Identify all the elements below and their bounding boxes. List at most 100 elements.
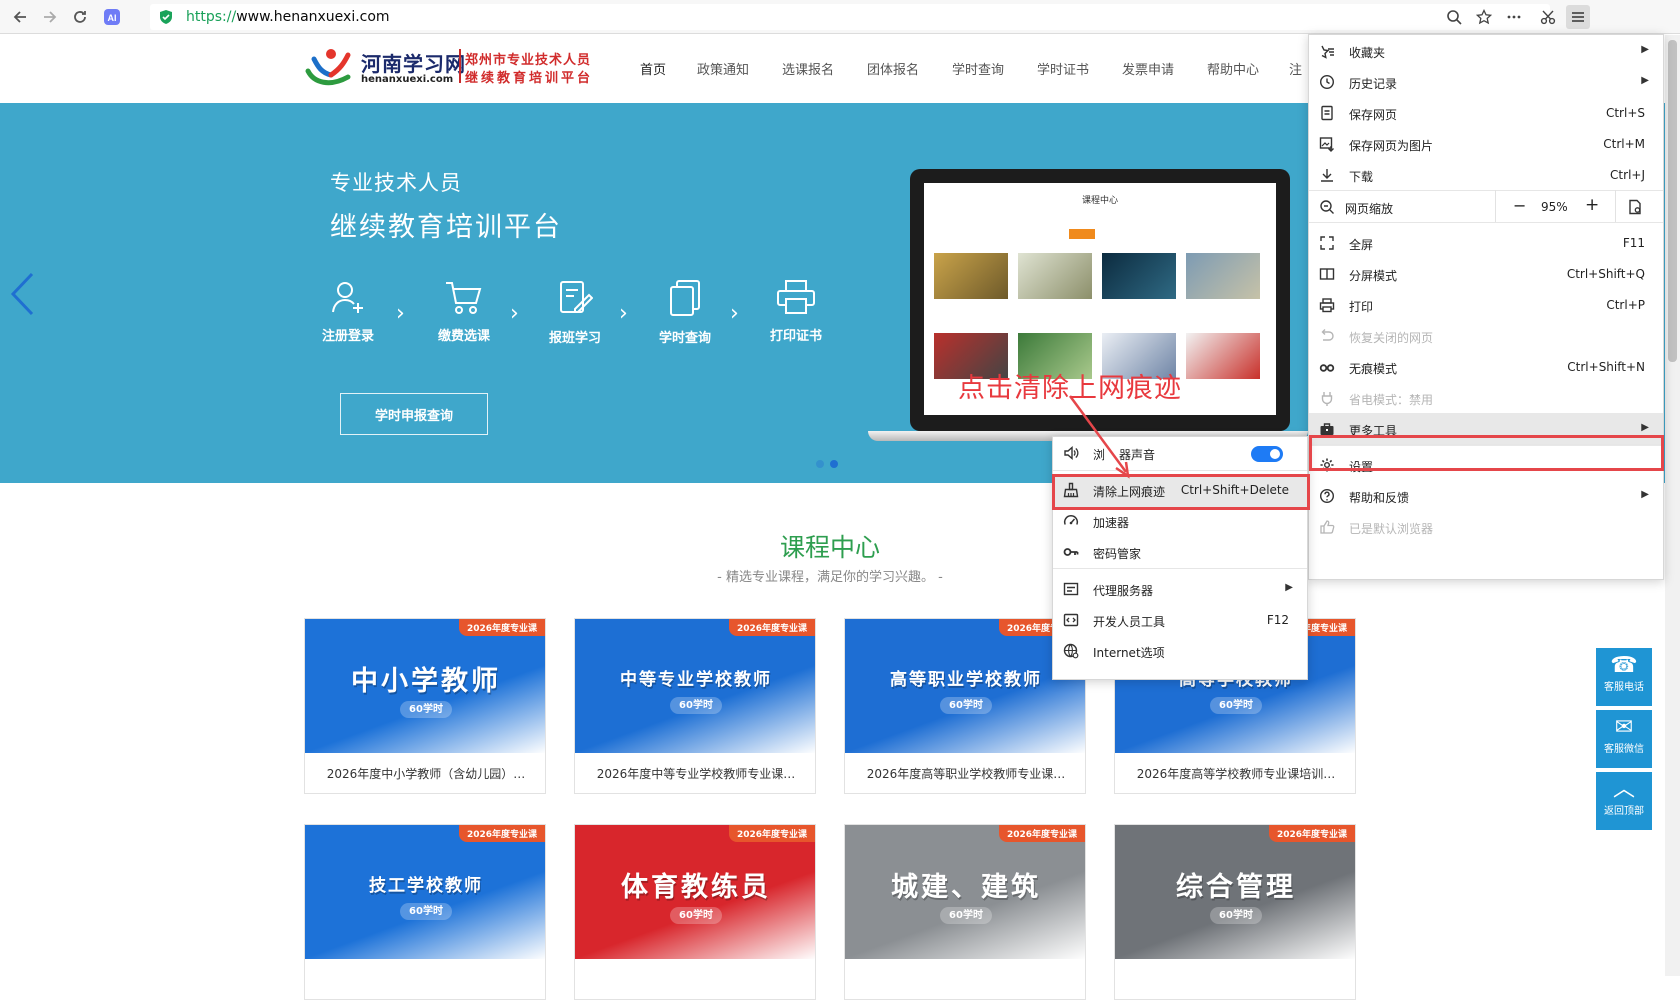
zoom-value: 95%: [1541, 200, 1568, 214]
course-card[interactable]: 2026年度专业课 体育教练员 60学时: [574, 824, 816, 1000]
menu-download[interactable]: 下载 Ctrl+J: [1309, 159, 1663, 192]
nav-course-enroll[interactable]: 选课报名: [782, 59, 834, 78]
course-card-title[interactable]: 2026年度高等职业学校教师专业课…: [845, 765, 1085, 782]
banner-prev-icon[interactable]: [8, 271, 36, 321]
ai-icon[interactable]: AI: [100, 5, 124, 29]
menu-incognito[interactable]: 无痕模式 Ctrl+Shift+N: [1309, 351, 1663, 384]
zoom-in-button[interactable]: +: [1585, 195, 1599, 215]
tools-internet-options[interactable]: Internet选项: [1053, 635, 1307, 668]
more-tools-highlight: [1309, 435, 1664, 471]
nav-certificate[interactable]: 学时证书: [1037, 59, 1089, 78]
menu-save-page[interactable]: 保存网页 Ctrl+S: [1309, 97, 1663, 130]
zoom-divider: [1615, 190, 1616, 222]
course-card[interactable]: 2026年度专业课 城建、建筑 60学时: [844, 824, 1086, 1000]
speedometer-icon: [1063, 513, 1079, 529]
menu-save-page-shortcut: Ctrl+S: [1605, 106, 1645, 120]
tools-password-manager[interactable]: 密码管家: [1053, 536, 1307, 569]
logo-name: 河南学习网: [361, 52, 466, 76]
secure-shield-icon: [158, 9, 174, 29]
step-pay: 缴费选课: [419, 279, 509, 344]
menu-history-label: 历史记录: [1349, 77, 1398, 91]
carousel-dot-active[interactable]: [830, 460, 838, 468]
menu-print[interactable]: 打印 Ctrl+P: [1309, 289, 1663, 322]
sound-toggle[interactable]: [1251, 446, 1283, 462]
course-card[interactable]: 2026年度专业课 技工学校教师 60学时: [304, 824, 546, 1000]
menu-default-browser: 已是默认浏览器: [1309, 511, 1663, 544]
tools-internet-options-label: Internet选项: [1093, 646, 1165, 660]
menu-restore-closed-label: 恢复关闭的网页: [1349, 331, 1434, 345]
course-card-heading: 高等职业学校教师: [890, 670, 1042, 690]
menu-fullscreen-shortcut: F11: [1622, 236, 1645, 250]
tools-devtools[interactable]: 开发人员工具 F12: [1053, 604, 1307, 637]
menu-default-browser-label: 已是默认浏览器: [1349, 522, 1434, 536]
submenu-arrow-icon: ▶: [1285, 582, 1293, 593]
menu-download-label: 下载: [1349, 170, 1374, 184]
course-card[interactable]: 2026年度专业课 综合管理 60学时: [1114, 824, 1356, 1000]
printer-icon: [777, 280, 815, 314]
menu-fullscreen-label: 全屏: [1349, 238, 1374, 252]
browser-toolbar: AI https://www.henanxuexi.com: [0, 0, 1680, 34]
course-ribbon: 2026年度专业课: [728, 619, 815, 636]
more-dots-icon[interactable]: [1502, 5, 1526, 29]
nav-register[interactable]: 注: [1289, 59, 1302, 78]
tools-scissors-icon[interactable]: [1536, 5, 1560, 29]
course-card-title[interactable]: 2026年度中小学教师（含幼儿园）…: [305, 765, 545, 782]
proxy-icon: [1063, 581, 1079, 597]
submenu-arrow-icon: ▶: [1641, 44, 1649, 55]
main-menu-icon[interactable]: [1566, 5, 1590, 29]
menu-print-shortcut: Ctrl+P: [1606, 298, 1645, 312]
menu-incognito-shortcut: Ctrl+Shift+N: [1567, 360, 1645, 374]
star-icon[interactable]: [1472, 5, 1496, 29]
service-wechat-button[interactable]: ✉ 客服微信: [1596, 710, 1652, 768]
address-bar[interactable]: https://www.henanxuexi.com: [150, 4, 1550, 30]
course-card[interactable]: 2026年度专业课 高等职业学校教师 60学时 2026年度高等职业学校教师专业课…: [844, 618, 1086, 794]
carousel-dot[interactable]: [816, 460, 824, 468]
restore-icon: [1319, 328, 1335, 344]
history-icon: [1319, 74, 1335, 90]
nav-home[interactable]: 首页: [640, 59, 666, 78]
banner-line-2: 继续教育培训平台: [330, 212, 562, 243]
forward-icon[interactable]: [38, 5, 62, 29]
course-card-heading: 技工学校教师: [369, 876, 483, 896]
submenu-arrow-icon: ▶: [1641, 422, 1649, 433]
menu-split-screen[interactable]: 分屏模式 Ctrl+Shift+Q: [1309, 258, 1663, 291]
zoom-out-button[interactable]: −: [1513, 196, 1526, 215]
submenu-arrow-icon: ▶: [1641, 75, 1649, 86]
menu-zoom-row: 网页缩放 − 95% +: [1309, 190, 1663, 224]
hours-report-query-button[interactable]: 学时申报查询: [340, 393, 488, 435]
back-to-top-button[interactable]: ︿ 返回顶部: [1596, 772, 1652, 830]
nav-help[interactable]: 帮助中心: [1207, 59, 1259, 78]
annotation-arrow: [1068, 395, 1130, 479]
nav-policy[interactable]: 政策通知: [697, 59, 749, 78]
nav-invoice[interactable]: 发票申请: [1122, 59, 1174, 78]
course-hours-badge: 60学时: [400, 701, 452, 718]
course-card-title[interactable]: 2026年度高等学校教师专业课培训…: [1115, 765, 1355, 782]
back-icon[interactable]: [8, 5, 32, 29]
service-phone-button[interactable]: ☎ 客服电话: [1596, 648, 1652, 706]
page-settings-icon[interactable]: [1627, 199, 1643, 218]
print-icon: [1319, 297, 1335, 313]
nav-hours-query[interactable]: 学时查询: [952, 59, 1004, 78]
tools-proxy-server[interactable]: 代理服务器 ▶: [1053, 573, 1307, 606]
reload-icon[interactable]: [68, 5, 92, 29]
svg-text:AI: AI: [108, 13, 117, 23]
course-card[interactable]: 2026年度专业课 中等专业学校教师 60学时 2026年度中等专业学校教师专业课…: [574, 618, 816, 794]
page-scrollbar[interactable]: [1665, 35, 1680, 976]
menu-fullscreen[interactable]: 全屏 F11: [1309, 227, 1663, 260]
menu-help-feedback[interactable]: 帮助和反馈 ▶: [1309, 480, 1663, 513]
menu-favorites[interactable]: 收藏夹 ▶: [1309, 35, 1663, 68]
course-card-title[interactable]: 2026年度中等专业学校教师专业课…: [575, 765, 815, 782]
course-card[interactable]: 2026年度专业课 中小学教师 60学时 2026年度中小学教师（含幼儿园）…: [304, 618, 546, 794]
site-logo[interactable]: [304, 45, 358, 95]
scrollbar-thumb[interactable]: [1668, 40, 1677, 362]
search-icon[interactable]: [1442, 5, 1466, 29]
menu-save-as-image[interactable]: 保存网页为图片 Ctrl+M: [1309, 128, 1663, 161]
course-hours-badge: 60学时: [940, 697, 992, 714]
step-arrow: ›: [510, 301, 519, 326]
nav-group-enroll[interactable]: 团体报名: [867, 59, 919, 78]
menu-incognito-label: 无痕模式: [1349, 362, 1398, 376]
course-card-heading: 综合管理: [1176, 872, 1296, 903]
tools-devtools-label: 开发人员工具: [1093, 615, 1166, 629]
favorites-icon: [1319, 43, 1335, 59]
menu-history[interactable]: 历史记录 ▶: [1309, 66, 1663, 99]
